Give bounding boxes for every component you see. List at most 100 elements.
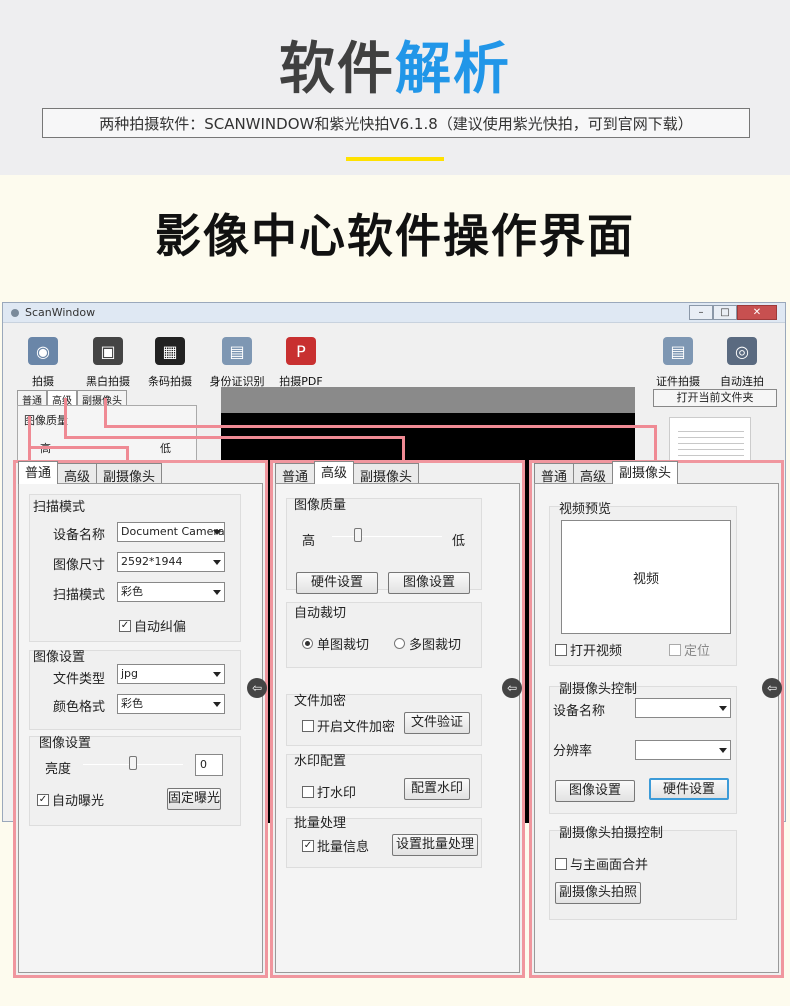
toolbar-burst[interactable]: ◎ 自动连拍 <box>717 337 767 389</box>
checkbox-icon <box>555 643 567 656</box>
batch-settings-button[interactable]: 设置批量处理 <box>392 834 478 856</box>
high-label: 高 <box>302 534 316 549</box>
capture-group-label: 副摄像头拍摄控制 <box>559 826 664 841</box>
size-select[interactable]: 2592*1944 <box>117 552 225 572</box>
open-folder-button[interactable]: 打开当前文件夹 <box>653 389 777 407</box>
verify-file-button[interactable]: 文件验证 <box>404 712 470 734</box>
connector <box>64 398 67 438</box>
video-preview: 视频 <box>561 520 731 634</box>
color-select[interactable]: 彩色 <box>117 694 225 714</box>
camera-image-settings-button[interactable]: 图像设置 <box>555 780 635 802</box>
device-select[interactable]: Document Camera <box>117 522 225 542</box>
checkbox-icon <box>555 857 567 870</box>
toolbar-barcode[interactable]: ▦ 条码拍摄 <box>147 337 193 389</box>
toolbar-capture[interactable]: ◉ 拍摄 <box>21 337 65 389</box>
watermark-config-button[interactable]: 配置水印 <box>404 778 470 800</box>
camera-icon: ◉ <box>28 337 58 365</box>
maximize-button[interactable]: □ <box>713 305 737 320</box>
fixed-exposure-button[interactable]: 固定曝光 <box>167 788 221 810</box>
panel-advanced: 普通 高级 副摄像头 图像质量 高 低 硬件设置 图像设置 自动裁切 单图裁切 … <box>270 460 525 978</box>
connector <box>104 398 107 428</box>
image-settings-button[interactable]: 图像设置 <box>388 572 470 594</box>
toolbar-idcard[interactable]: ▤ 身份证识别 <box>209 337 265 389</box>
certificate-icon: ▤ <box>663 337 693 365</box>
toolbar-cert[interactable]: ▤ 证件拍摄 <box>653 337 703 389</box>
camera-device-select[interactable] <box>635 698 731 718</box>
divider-bar <box>346 157 444 161</box>
panel-general: 普通 高级 副摄像头 扫描模式 设备名称 Document Camera 图像尺… <box>13 460 268 978</box>
connector <box>28 416 31 461</box>
single-crop-radio[interactable]: 单图裁切 <box>302 634 369 653</box>
deskew-checkbox[interactable]: ✓ 自动纠偏 <box>119 616 186 635</box>
check-icon: ✓ <box>37 793 49 806</box>
chevron-down-icon <box>213 590 221 595</box>
multi-crop-radio[interactable]: 多图裁切 <box>394 634 461 653</box>
connector <box>654 425 657 462</box>
batch-checkbox[interactable]: ✓ 批量信息 <box>302 836 369 855</box>
camera-hardware-settings-button[interactable]: 硬件设置 <box>649 778 729 800</box>
crop-group-label: 自动裁切 <box>294 606 347 621</box>
watermark-group-label: 水印配置 <box>294 754 347 769</box>
check-icon: ✓ <box>302 839 314 852</box>
tab-general[interactable]: 普通 <box>18 461 59 484</box>
tab-camera[interactable]: 副摄像头 <box>612 461 679 484</box>
window-title: ScanWindow <box>25 306 96 319</box>
connector <box>402 436 405 462</box>
radio-selected-icon <box>302 638 313 649</box>
preview-group-label: 视频预览 <box>559 502 612 517</box>
minimize-button[interactable]: – <box>689 305 713 320</box>
chevron-down-icon <box>213 702 221 707</box>
low-label: 低 <box>452 534 466 549</box>
toolbar-label: 黑白拍摄 <box>86 375 130 388</box>
arrow-left-icon[interactable]: ⇦ <box>502 678 522 698</box>
connector <box>64 436 404 439</box>
bw-camera-icon: ▣ <box>93 337 123 365</box>
open-video-checkbox[interactable]: 打开视频 <box>555 640 622 659</box>
close-button[interactable]: ✕ <box>737 305 777 320</box>
scan-group-label: 扫描模式 <box>33 500 86 515</box>
toolbar-pdf[interactable]: P 拍摄PDF <box>277 337 325 389</box>
page-title: 软件解析 <box>0 24 790 105</box>
mode-select[interactable]: 彩色 <box>117 582 225 602</box>
merge-checkbox[interactable]: 与主画面合并 <box>555 854 648 873</box>
bg-quality-panel: 图像质量 高 低 <box>17 405 197 465</box>
tab-advanced[interactable]: 高级 <box>314 461 355 484</box>
chevron-down-icon <box>719 748 727 753</box>
chevron-down-icon <box>213 672 221 677</box>
chevron-down-icon <box>213 560 221 565</box>
color-label: 颜色格式 <box>53 700 106 715</box>
camera-capture-button[interactable]: 副摄像头拍照 <box>555 882 641 904</box>
connector <box>28 446 128 449</box>
quality-slider-thumb[interactable] <box>354 528 362 542</box>
quality-group-label: 图像质量 <box>294 498 347 513</box>
auto-exposure-checkbox[interactable]: ✓ 自动曝光 <box>37 790 104 809</box>
arrow-left-icon[interactable]: ⇦ <box>247 678 267 698</box>
toolbar-bw-capture[interactable]: ▣ 黑白拍摄 <box>83 337 133 389</box>
hardware-settings-button[interactable]: 硬件设置 <box>296 572 378 594</box>
device-label: 设备名称 <box>553 704 606 719</box>
title-part-1: 软件 <box>279 37 395 102</box>
arrow-left-icon[interactable]: ⇦ <box>762 678 782 698</box>
brightness-slider-thumb[interactable] <box>129 756 137 770</box>
img-group2-label: 图像设置 <box>39 736 92 751</box>
checkbox-icon <box>302 785 314 798</box>
brightness-value[interactable]: 0 <box>195 754 223 776</box>
connector <box>104 425 656 428</box>
device-label: 设备名称 <box>53 528 106 543</box>
encrypt-checkbox[interactable]: 开启文件加密 <box>302 716 395 735</box>
bg-low-label: 低 <box>160 442 171 455</box>
checkbox-icon <box>302 719 314 732</box>
encrypt-group-label: 文件加密 <box>294 694 347 709</box>
size-label: 图像尺寸 <box>53 558 106 573</box>
locate-checkbox[interactable]: 定位 <box>669 640 710 659</box>
resolution-select[interactable] <box>635 740 731 760</box>
brightness-label: 亮度 <box>45 762 72 777</box>
toolbar-label: 证件拍摄 <box>656 375 700 388</box>
watermark-checkbox[interactable]: 打水印 <box>302 782 356 801</box>
panel-camera: 普通 高级 副摄像头 视频预览 视频 打开视频 定位 副摄像头控制 设备名称 分… <box>529 460 784 978</box>
filetype-select[interactable]: jpg <box>117 664 225 684</box>
title-bar: ScanWindow – □ ✕ <box>3 303 785 323</box>
title-part-2: 解析 <box>395 37 511 102</box>
chevron-down-icon <box>719 706 727 711</box>
quality-slider[interactable] <box>332 536 442 537</box>
